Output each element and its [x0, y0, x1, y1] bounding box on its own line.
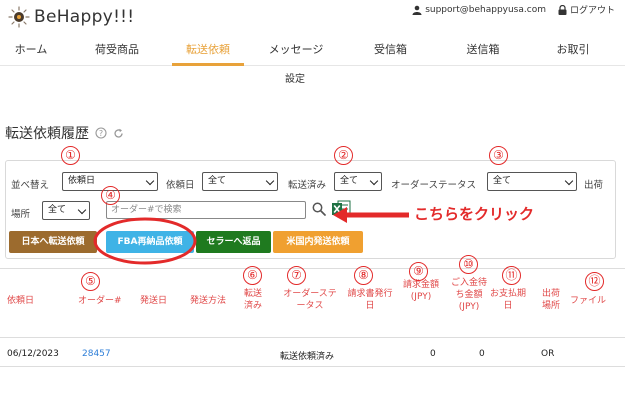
seller-return-button[interactable]: セラーへ返品: [196, 231, 271, 253]
page-title-row: 転送依頼履歴 ?: [5, 123, 124, 143]
japan-transfer-button[interactable]: 日本へ転送依頼: [9, 231, 97, 253]
annotation-6: ⑥: [243, 266, 262, 285]
col-ship-date[interactable]: 発送日: [140, 295, 167, 307]
svg-text:?: ?: [99, 129, 103, 138]
nav-settings[interactable]: 設定: [285, 70, 305, 85]
col-due-date[interactable]: お支払期日: [490, 288, 526, 312]
main-nav: ホーム 荷受商品 転送依頼 メッセージ 受信箱 送信箱 お取引: [0, 39, 625, 66]
chevron-down-icon: [564, 176, 574, 186]
nav-transfer-request[interactable]: 転送依頼: [172, 39, 244, 66]
nav-received-items[interactable]: 荷受商品: [62, 39, 172, 66]
annotation-8: ⑧: [354, 266, 373, 285]
account-email[interactable]: support@behappyusa.com: [412, 5, 546, 15]
sort-value: 依頼日: [68, 176, 96, 186]
search-icon[interactable]: [312, 202, 326, 216]
annotation-10: ⑩: [459, 255, 478, 274]
col-transferred[interactable]: 転送済み: [240, 288, 266, 312]
chevron-down-icon: [77, 205, 87, 215]
col-pending-amount[interactable]: ご入金待ち金額(JPY): [450, 277, 488, 313]
cell-invoice-amount: 0: [430, 349, 436, 359]
cell-order-status: 転送依頼済み: [280, 352, 335, 362]
date-label: 依頼日: [166, 180, 195, 191]
nav-inbox[interactable]: 受信箱: [348, 39, 433, 66]
nav-transactions[interactable]: お取引: [533, 39, 613, 66]
annotation-9: ⑨: [409, 262, 428, 281]
col-order-status[interactable]: オーダーステータス: [280, 288, 340, 312]
col-ship-method[interactable]: 発送方法: [190, 295, 226, 307]
cell-ship-place: OR: [541, 349, 555, 359]
annotation-11: ⑪: [502, 266, 521, 285]
order-status-value: 全て: [493, 176, 512, 186]
nav-home[interactable]: ホーム: [0, 39, 62, 66]
lock-icon: [558, 4, 567, 15]
callout-text: こちらをクリック: [414, 205, 535, 223]
annotation-5: ⑤: [81, 272, 100, 291]
annotation-4: ④: [101, 186, 120, 205]
order-status-select[interactable]: 全て: [487, 172, 577, 191]
brand-name: BeHappy!!!: [34, 7, 135, 27]
transferred-select[interactable]: 全て: [334, 172, 382, 191]
place-select[interactable]: 全て: [42, 201, 90, 220]
user-icon: [412, 5, 422, 15]
annotation-12: ⑫: [585, 272, 604, 291]
us-domestic-ship-button[interactable]: 米国内発送依頼: [273, 231, 363, 253]
date-value: 全て: [208, 176, 227, 186]
email-text: support@behappyusa.com: [425, 4, 546, 15]
refresh-icon[interactable]: [113, 128, 124, 139]
col-order-no[interactable]: オーダー#: [78, 295, 122, 307]
transferred-label: 転送済み: [288, 180, 327, 191]
annotation-2: ②: [334, 146, 353, 165]
logout-link[interactable]: ログアウト: [558, 3, 615, 16]
place-value: 全て: [48, 205, 67, 215]
transferred-value: 全て: [340, 176, 359, 186]
date-select[interactable]: 全て: [202, 172, 278, 191]
col-file[interactable]: ファイル: [570, 295, 606, 307]
annotation-7: ⑦: [287, 266, 306, 285]
header-account: support@behappyusa.com ログアウト: [412, 3, 615, 16]
col-request-date[interactable]: 依頼日: [7, 295, 34, 307]
chevron-down-icon: [145, 176, 155, 186]
logout-text: ログアウト: [569, 6, 615, 16]
chevron-down-icon: [265, 176, 275, 186]
sub-nav: 設定: [0, 70, 625, 85]
table-row[interactable]: 06/12/2023 28457 転送依頼済み 0 0 OR: [0, 337, 625, 367]
nav-messages[interactable]: メッセージ: [244, 39, 348, 66]
highlight-ellipse: [93, 217, 197, 265]
cell-request-date: 06/12/2023: [7, 349, 59, 359]
nav-outbox[interactable]: 送信箱: [433, 39, 533, 66]
col-ship-place[interactable]: 出荷場所: [538, 288, 564, 312]
col-invoice-amount[interactable]: 請求金額(JPY): [402, 279, 440, 303]
col-invoice-date[interactable]: 請求書発行日: [346, 288, 394, 312]
brand-logo[interactable]: BeHappy!!!: [8, 6, 134, 28]
help-icon[interactable]: ?: [95, 127, 107, 139]
annotation-1: ①: [61, 146, 80, 165]
page-title: 転送依頼履歴: [5, 126, 89, 142]
cell-pending-amount: 0: [479, 349, 485, 359]
place-label: 場所: [11, 209, 31, 220]
cell-order-link[interactable]: 28457: [82, 349, 111, 359]
chevron-down-icon: [369, 176, 379, 186]
order-status-label: オーダーステータス: [391, 180, 477, 191]
callout-arrow: [333, 207, 409, 223]
sort-label: 並べ替え: [11, 180, 50, 191]
ship-label: 出荷: [584, 180, 604, 191]
logo-mark-icon: [8, 6, 30, 28]
annotation-3: ③: [489, 146, 508, 165]
